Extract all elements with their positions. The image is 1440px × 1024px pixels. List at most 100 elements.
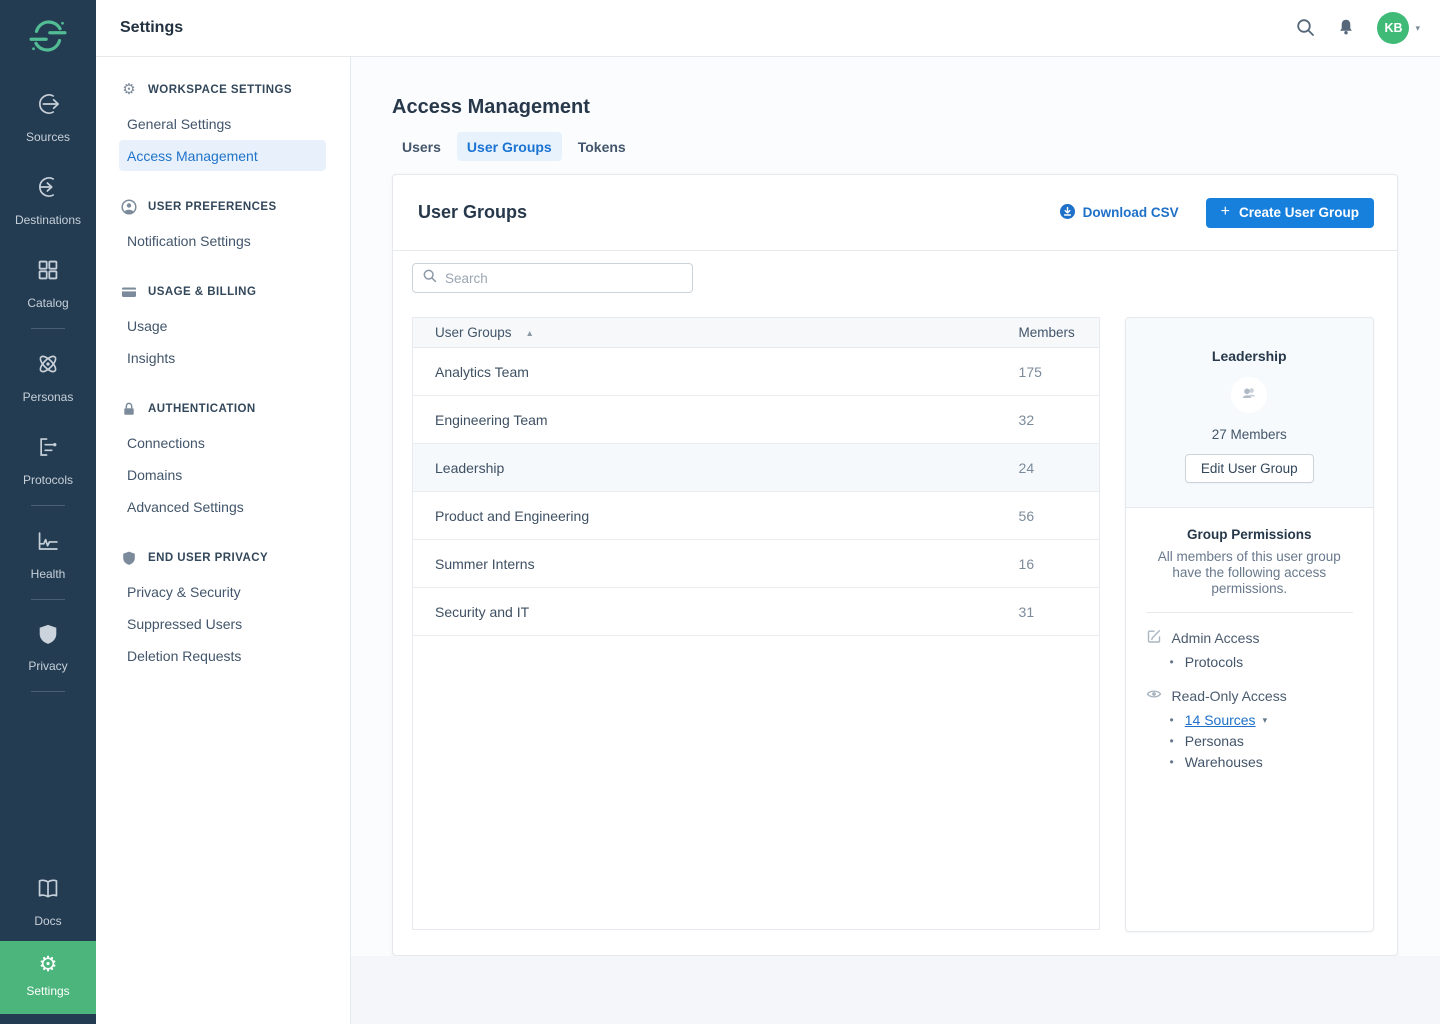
sidebar-item-domains[interactable]: Domains	[119, 459, 326, 490]
permission-item: 14 Sources ▾	[1170, 710, 1353, 731]
sidebar-divider	[31, 505, 65, 506]
sidebar-item-deletion-requests[interactable]: Deletion Requests	[119, 640, 326, 671]
sidebar-item-privacy[interactable]: Privacy	[0, 605, 96, 686]
search-input-wrap	[412, 263, 693, 293]
nav-section-header: AUTHENTICATION	[96, 398, 350, 420]
sidebar-item-docs[interactable]: Docs	[0, 858, 96, 941]
group-members: 31	[1019, 604, 1099, 620]
destinations-icon	[33, 172, 63, 205]
tab-users[interactable]: Users	[392, 132, 451, 161]
sidebar-divider	[31, 691, 65, 692]
column-header-label: User Groups	[435, 325, 512, 340]
table-row[interactable]: Product and Engineering 56	[413, 492, 1099, 540]
column-header-members[interactable]: Members	[1019, 325, 1099, 340]
read-only-access-items: 14 Sources ▾ Personas Warehouses	[1146, 710, 1353, 773]
search-button[interactable]	[1295, 17, 1315, 40]
body-row: ⚙ WORKSPACE SETTINGS General Settings Ac…	[96, 57, 1440, 1024]
group-members: 16	[1019, 556, 1099, 572]
sidebar-item-label: Sources	[26, 130, 70, 144]
top-bar-actions: KB ▾	[1273, 12, 1440, 44]
group-name: Summer Interns	[413, 556, 1019, 572]
member-count: 27 Members	[1136, 427, 1363, 442]
tab-tokens[interactable]: Tokens	[568, 132, 636, 161]
privacy-icon	[34, 620, 62, 651]
admin-access-header: Admin Access	[1146, 628, 1353, 647]
sidebar-item-settings[interactable]: ⚙ Settings	[0, 941, 96, 1014]
table-row-selected[interactable]: Leadership 24	[413, 444, 1099, 492]
nav-section-header: ⚙ WORKSPACE SETTINGS	[96, 79, 350, 101]
nav-section-header: USER PREFERENCES	[96, 196, 350, 218]
avatar[interactable]: KB	[1377, 12, 1409, 44]
table-row[interactable]: Summer Interns 16	[413, 540, 1099, 588]
sidebar-item-connections[interactable]: Connections	[119, 427, 326, 458]
health-icon	[33, 526, 63, 559]
sidebar-item-label: Docs	[34, 914, 61, 928]
sidebar-divider	[31, 599, 65, 600]
panel-summary: Leadership	[1126, 318, 1373, 508]
download-icon	[1060, 204, 1075, 222]
sidebar-item-personas[interactable]: Personas	[0, 334, 96, 417]
tab-bar: Users User Groups Tokens	[392, 132, 1398, 161]
sidebar-item-general-settings[interactable]: General Settings	[119, 108, 326, 139]
edit-user-group-button[interactable]: Edit User Group	[1185, 454, 1314, 483]
sidebar-item-label: Protocols	[23, 473, 73, 487]
sidebar-item-sources[interactable]: Sources	[0, 74, 96, 157]
group-detail-panel: Leadership	[1125, 317, 1374, 932]
personas-icon	[33, 349, 63, 382]
notifications-button[interactable]	[1337, 18, 1355, 39]
sidebar-item-advanced-settings[interactable]: Advanced Settings	[119, 491, 326, 522]
section-title: Access Management	[392, 96, 1398, 119]
page-title: Settings	[120, 19, 183, 37]
sidebar-item-label: Destinations	[15, 213, 81, 227]
search-input[interactable]	[445, 271, 683, 286]
segment-logo-icon[interactable]	[28, 15, 68, 57]
group-name: Engineering Team	[413, 412, 1019, 428]
group-avatar	[1231, 377, 1267, 413]
admin-access-group: Admin Access Protocols	[1146, 628, 1353, 673]
search-icon	[422, 268, 437, 288]
sidebar-item-health[interactable]: Health	[0, 511, 96, 594]
sources-count-link[interactable]: 14 Sources	[1185, 710, 1256, 731]
group-name: Leadership	[413, 460, 1019, 476]
card-body: User Groups ▲ Members Analytics Team 175	[393, 251, 1397, 932]
sidebar-item-catalog[interactable]: Catalog	[0, 240, 96, 323]
nav-section-user-preferences: USER PREFERENCES Notification Settings	[96, 196, 350, 256]
shield-icon	[121, 550, 137, 566]
sidebar-item-notification-settings[interactable]: Notification Settings	[119, 225, 326, 256]
tab-user-groups[interactable]: User Groups	[457, 132, 562, 161]
group-name: Product and Engineering	[413, 508, 1019, 524]
eye-icon	[1146, 686, 1162, 705]
chevron-down-icon[interactable]: ▾	[1415, 23, 1420, 34]
nav-section-title: AUTHENTICATION	[148, 403, 256, 415]
nav-section-authentication: AUTHENTICATION Connections Domains Advan…	[96, 398, 350, 522]
card-header: User Groups Download CSV	[393, 175, 1397, 251]
table-row[interactable]: Engineering Team 32	[413, 396, 1099, 444]
sidebar-item-destinations[interactable]: Destinations	[0, 157, 96, 240]
sidebar-item-usage[interactable]: Usage	[119, 310, 326, 341]
group-people-icon	[1240, 384, 1258, 407]
nav-section-header: END USER PRIVACY	[96, 547, 350, 569]
nav-section-header: USAGE & BILLING	[96, 281, 350, 303]
permission-label: Warehouses	[1185, 752, 1263, 773]
sidebar-item-insights[interactable]: Insights	[119, 342, 326, 373]
primary-sidebar: Sources Destinations	[0, 0, 96, 1024]
permission-item: Personas	[1170, 731, 1353, 752]
group-name: Analytics Team	[413, 364, 1019, 380]
table-row[interactable]: Analytics Team 175	[413, 348, 1099, 396]
sidebar-item-protocols[interactable]: Protocols	[0, 417, 96, 500]
primary-nav: Sources Destinations	[0, 74, 96, 697]
create-user-group-button[interactable]: + Create User Group	[1206, 198, 1374, 228]
read-only-access-header: Read-Only Access	[1146, 686, 1353, 705]
permission-item: Protocols	[1170, 652, 1353, 673]
sidebar-item-privacy-security[interactable]: Privacy & Security	[119, 576, 326, 607]
download-csv-button[interactable]: Download CSV	[1060, 204, 1179, 222]
catalog-icon	[33, 255, 63, 288]
gear-icon: ⚙	[39, 954, 58, 976]
nav-section-title: END USER PRIVACY	[148, 552, 268, 564]
sidebar-item-access-management[interactable]: Access Management	[119, 140, 326, 171]
sidebar-item-suppressed-users[interactable]: Suppressed Users	[119, 608, 326, 639]
column-header-user-groups[interactable]: User Groups ▲	[413, 325, 1019, 340]
permission-label: Protocols	[1185, 652, 1243, 673]
table-row[interactable]: Security and IT 31	[413, 588, 1099, 636]
credit-card-icon	[121, 284, 137, 300]
